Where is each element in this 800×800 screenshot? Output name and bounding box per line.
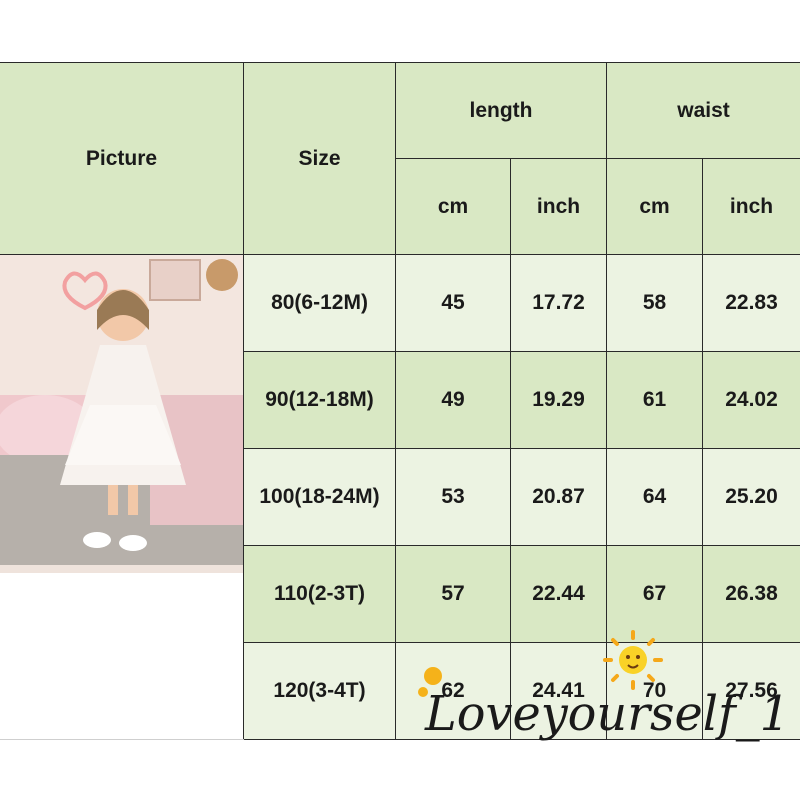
header-length-inch: inch [511, 159, 607, 255]
row-4-length-cm: 57 [396, 546, 511, 643]
row-1-waist-inch: 22.83 [703, 255, 800, 352]
row-3-waist-inch: 25.20 [703, 449, 800, 546]
row-1-size: 80(6-12M) [244, 255, 396, 352]
header-picture: Picture [0, 62, 244, 255]
row-5-waist-inch: 27.56 [703, 643, 800, 740]
row-2-length-inch: 19.29 [511, 352, 607, 449]
row-3-size: 100(18-24M) [244, 449, 396, 546]
product-photo [0, 255, 243, 573]
bottom-rule [0, 739, 244, 740]
row-4-length-inch: 22.44 [511, 546, 607, 643]
header-waist-inch: inch [703, 159, 800, 255]
row-5-length-inch: 24.41 [511, 643, 607, 740]
row-2-size: 90(12-18M) [244, 352, 396, 449]
row-2-waist-cm: 61 [607, 352, 703, 449]
row-1-length-inch: 17.72 [511, 255, 607, 352]
header-waist: waist [607, 62, 800, 159]
header-length: length [396, 62, 607, 159]
row-2-length-cm: 49 [396, 352, 511, 449]
row-4-size: 110(2-3T) [244, 546, 396, 643]
header-size: Size [244, 62, 396, 255]
row-5-length-cm: 62 [396, 643, 511, 740]
row-5-waist-cm: 70 [607, 643, 703, 740]
row-4-waist-inch: 26.38 [703, 546, 800, 643]
row-1-length-cm: 45 [396, 255, 511, 352]
row-3-length-inch: 20.87 [511, 449, 607, 546]
header-waist-cm: cm [607, 159, 703, 255]
row-1-waist-cm: 58 [607, 255, 703, 352]
row-4-waist-cm: 67 [607, 546, 703, 643]
row-3-waist-cm: 64 [607, 449, 703, 546]
row-2-waist-inch: 24.02 [703, 352, 800, 449]
header-length-cm: cm [396, 159, 511, 255]
row-5-size: 120(3-4T) [244, 643, 396, 740]
row-3-length-cm: 53 [396, 449, 511, 546]
